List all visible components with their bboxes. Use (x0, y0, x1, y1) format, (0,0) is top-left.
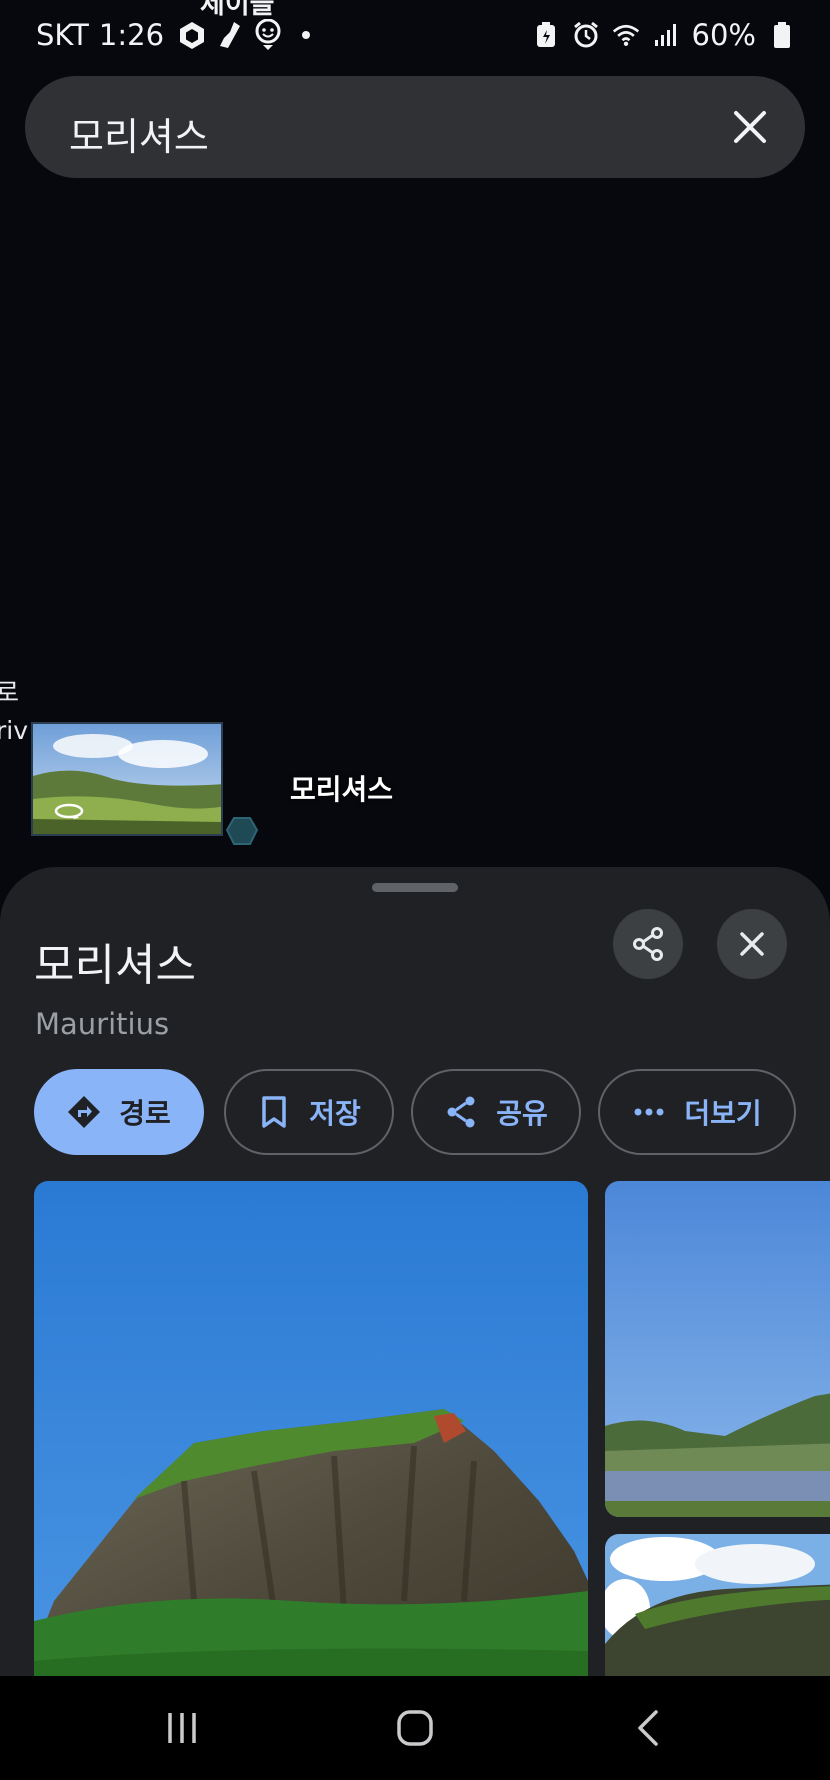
more-notifications-dot (302, 31, 311, 39)
back-button[interactable] (618, 1702, 678, 1754)
side-photo-2[interactable] (605, 1534, 830, 1687)
place-marker-icon[interactable] (226, 816, 258, 846)
photo-gallery (0, 1181, 830, 1687)
status-right: 60% (532, 18, 796, 52)
more-label: 더보기 (684, 1097, 762, 1130)
place-sheet: 모리셔스 Mauritius 경로 저장 공유 더보기 (0, 867, 830, 1687)
back-icon (638, 1710, 658, 1746)
mountain-photo (34, 1181, 588, 1687)
share-chip-button[interactable]: 공유 (411, 1069, 581, 1155)
map-place-label[interactable]: 모리셔스 (290, 768, 393, 808)
more-button[interactable]: 더보기 (598, 1069, 796, 1155)
face-pin-icon (254, 19, 282, 50)
map-edge-label-2: riv (0, 716, 29, 745)
share-label: 공유 (496, 1097, 548, 1130)
directions-icon (67, 1095, 101, 1129)
search-query[interactable]: 모리셔스 (69, 106, 209, 161)
mountain-cloud-photo (605, 1534, 830, 1687)
search-bar[interactable]: 모리셔스 (25, 76, 805, 178)
more-horiz-icon (632, 1095, 666, 1129)
360-view-icon (54, 803, 84, 819)
battery-icon (768, 20, 796, 50)
map-view[interactable]: 로 riv 모리셔스 (0, 180, 830, 880)
screen: 제이블 SKT 1:26 60% 모리셔스 로 riv 모리셔스 모리셔스 Ma… (0, 0, 830, 1780)
directions-label: 경로 (119, 1097, 171, 1130)
battery-percent: 60% (691, 18, 756, 52)
map-edge-label-1: 로 (0, 678, 20, 707)
close-sheet-button[interactable] (717, 909, 787, 979)
share-icon (633, 927, 663, 961)
place-subtitle: Mauritius (35, 1007, 170, 1041)
battery-saver-icon (532, 20, 560, 50)
status-bar: 제이블 SKT 1:26 60% (0, 0, 830, 72)
recents-icon (168, 1713, 196, 1743)
main-photo[interactable] (34, 1181, 588, 1687)
recents-button[interactable] (152, 1702, 212, 1754)
notification-icons (178, 19, 311, 50)
system-nav-bar (0, 1676, 830, 1780)
action-chips: 경로 저장 공유 더보기 (34, 1069, 830, 1155)
share-button[interactable] (613, 909, 683, 979)
close-icon (734, 111, 766, 143)
home-button[interactable] (385, 1702, 445, 1754)
street-view-thumbnail[interactable] (31, 722, 223, 836)
share-icon (444, 1095, 478, 1129)
clear-search-button[interactable] (725, 102, 775, 152)
alarm-icon (572, 20, 600, 50)
figure-icon (216, 20, 244, 50)
directions-button[interactable]: 경로 (34, 1069, 204, 1155)
lagoon-photo (605, 1181, 830, 1517)
home-icon (397, 1710, 433, 1746)
bookmark-icon (257, 1095, 291, 1129)
place-title: 모리셔스 (34, 940, 196, 991)
status-left: SKT 1:26 (36, 18, 311, 52)
clock: 1:26 (98, 18, 165, 52)
carrier-label: SKT (36, 18, 89, 52)
save-button[interactable]: 저장 (224, 1069, 394, 1155)
signal-icon (652, 20, 680, 50)
drag-handle[interactable] (372, 883, 458, 892)
side-photo-1[interactable] (605, 1181, 830, 1517)
close-icon (740, 932, 764, 956)
cube-icon (178, 20, 206, 50)
wifi-icon (612, 20, 640, 50)
save-label: 저장 (309, 1097, 361, 1130)
